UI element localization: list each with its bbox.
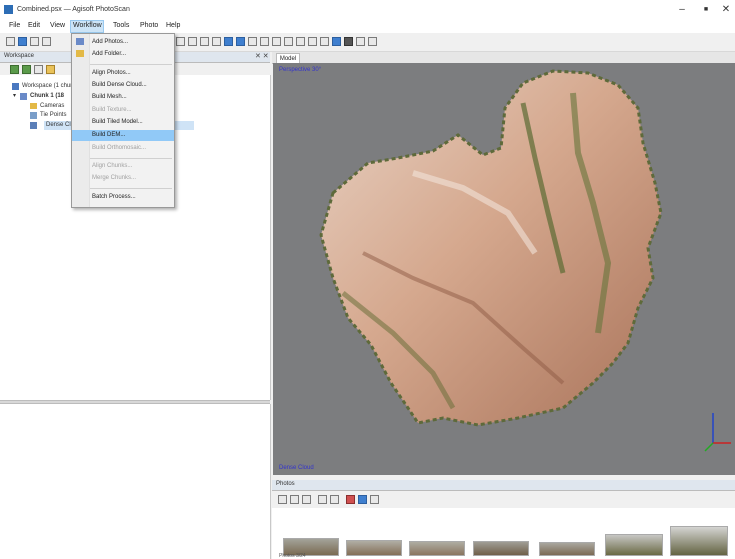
photos-toolbar	[272, 491, 735, 508]
workspace-icon	[12, 83, 19, 90]
workspace-close-icon[interactable]: ✕ ✕	[255, 52, 269, 60]
menu-item-build-tiled-model[interactable]: Build Tiled Model...	[92, 119, 143, 125]
tree-item-chunk[interactable]: Chunk 1 (18	[30, 93, 64, 99]
delete-selection-icon[interactable]	[272, 37, 281, 46]
photo-thumbnail[interactable]	[473, 541, 529, 556]
wireframe-icon[interactable]	[368, 37, 377, 46]
add-photos-ws-icon[interactable]	[22, 65, 31, 74]
menu-workflow[interactable]: Workflow	[73, 22, 102, 29]
maximize-button[interactable]: ■	[697, 3, 715, 17]
circle-selection-icon[interactable]	[212, 37, 221, 46]
menu-item-batch-process[interactable]: Batch Process...	[92, 194, 136, 200]
window-title: Combined.psx — Agisoft PhotoScan	[17, 6, 130, 13]
photo-thumbnail[interactable]	[539, 542, 595, 556]
show-cameras-icon[interactable]	[308, 37, 317, 46]
menu-edit[interactable]: Edit	[28, 22, 40, 29]
photo-thumbnail[interactable]	[605, 534, 663, 556]
enable-icon[interactable]	[46, 65, 55, 74]
photos-header	[272, 480, 735, 491]
add-photos-icon	[76, 38, 84, 45]
remove-item-icon[interactable]	[34, 65, 43, 74]
photo-thumbnail[interactable]	[346, 540, 402, 556]
workspace-title: Workspace	[4, 53, 34, 59]
navigation-icon[interactable]	[188, 37, 197, 46]
add-folder-icon	[76, 50, 84, 57]
shaded-mesh-icon[interactable]	[344, 37, 353, 46]
menu-photo[interactable]: Photo	[140, 22, 158, 29]
app-icon	[4, 5, 13, 14]
axis-y-icon	[704, 442, 714, 452]
folder-icon	[30, 103, 37, 109]
photo-thumbnail[interactable]	[409, 541, 465, 556]
undo-icon[interactable]	[42, 37, 51, 46]
remove-camera-icon[interactable]	[278, 495, 287, 504]
free-selection-icon[interactable]	[224, 37, 233, 46]
move-region-icon[interactable]	[248, 37, 257, 46]
new-icon[interactable]	[6, 37, 15, 46]
dense-cloud-icon[interactable]	[332, 37, 341, 46]
photos-title: Photos	[276, 481, 295, 487]
menu-item-build-orthomosaic[interactable]: Build Orthomosaic...	[92, 145, 146, 151]
minimize-button[interactable]: –	[673, 3, 691, 17]
tree-item-dense-cloud[interactable]: Dense Cl	[46, 122, 71, 128]
point-cloud-icon[interactable]	[320, 37, 329, 46]
expand-icon[interactable]: ▾	[13, 92, 16, 99]
menu-view[interactable]: View	[50, 22, 65, 29]
photos-status: Photos 3/24	[279, 553, 306, 559]
save-icon[interactable]	[30, 37, 39, 46]
solid-mesh-icon[interactable]	[356, 37, 365, 46]
dense-cloud-tree-icon	[30, 122, 37, 129]
rotate-right-icon[interactable]	[302, 495, 311, 504]
viewport-bottom-label: Dense Cloud	[279, 465, 314, 471]
menu-help[interactable]: Help	[166, 22, 180, 29]
enable-camera-icon[interactable]	[358, 495, 367, 504]
rotate-icon[interactable]	[176, 37, 185, 46]
properties-panel	[0, 404, 271, 559]
tie-points-icon	[30, 112, 37, 119]
crop-selection-icon[interactable]	[284, 37, 293, 46]
menu-item-add-photos[interactable]: Add Photos...	[92, 39, 128, 45]
menu-item-build-mesh[interactable]: Build Mesh...	[92, 94, 127, 100]
photo-thumbnail[interactable]	[670, 526, 728, 556]
menu-separator	[90, 64, 172, 65]
menu-separator	[90, 158, 172, 159]
menu-item-merge-chunks[interactable]: Merge Chunks...	[92, 175, 136, 181]
menu-item-align-photos[interactable]: Align Photos...	[92, 70, 131, 76]
disable-camera-icon[interactable]	[346, 495, 355, 504]
menu-item-add-folder[interactable]: Add Folder...	[92, 51, 126, 57]
tree-item-cameras[interactable]: Cameras	[40, 103, 64, 109]
menu-item-build-dense-cloud[interactable]: Build Dense Cloud...	[92, 82, 147, 88]
menu-separator	[90, 188, 172, 189]
close-button[interactable]: ✕	[717, 3, 735, 17]
filter-icon[interactable]	[330, 495, 339, 504]
open-icon[interactable]	[18, 37, 27, 46]
rotate-region-icon[interactable]	[260, 37, 269, 46]
rotate-left-icon[interactable]	[290, 495, 299, 504]
reset-filter-icon[interactable]	[318, 495, 327, 504]
menu-item-align-chunks[interactable]: Align Chunks...	[92, 163, 132, 169]
menu-item-build-texture[interactable]: Build Texture...	[92, 107, 132, 113]
rectangle-selection-icon[interactable]	[200, 37, 209, 46]
resize-region-icon[interactable]	[236, 37, 245, 46]
tree-item-tie-points[interactable]: Tie Points	[40, 112, 66, 118]
menu-item-build-dem[interactable]: Build DEM...	[92, 132, 125, 138]
chunk-icon	[20, 93, 27, 100]
menu-bar	[0, 20, 735, 33]
terrain-model	[319, 69, 663, 427]
dropdown-icon-gutter	[72, 34, 90, 207]
viewport-top-label: Perspective 30°	[279, 67, 322, 73]
reset-view-icon[interactable]	[296, 37, 305, 46]
model-viewport[interactable]	[273, 63, 735, 475]
view-mode-icon[interactable]	[370, 495, 379, 504]
dense-point-cloud	[319, 69, 731, 452]
add-chunk-icon[interactable]	[10, 65, 19, 74]
menu-tools[interactable]: Tools	[113, 22, 129, 29]
menu-file[interactable]: File	[9, 22, 20, 29]
